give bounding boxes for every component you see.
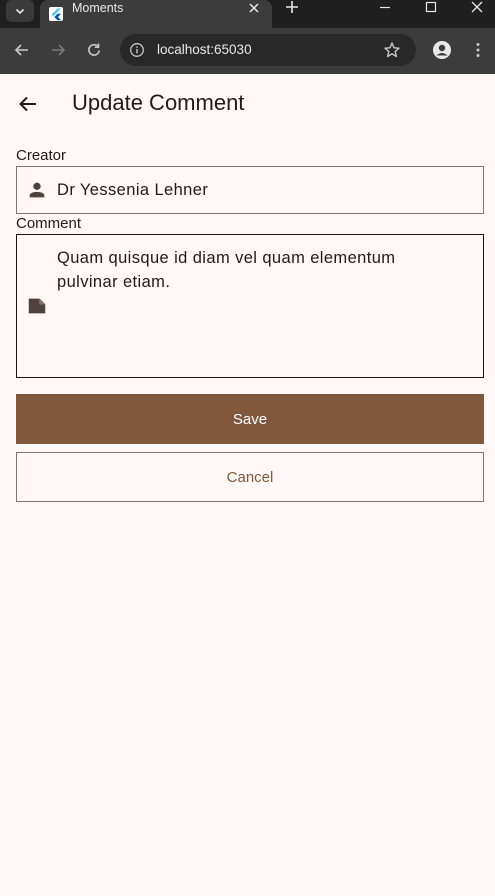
creator-field[interactable]: Dr Yessenia Lehner [16,166,484,214]
close-tab-icon[interactable] [246,1,262,17]
tab-title: Moments [72,1,124,15]
address-url[interactable]: localhost:65030 [157,34,252,66]
note-icon [28,298,46,314]
minimize-icon[interactable] [377,0,393,16]
comment-label: Comment [16,215,82,232]
back-arrow-icon[interactable] [16,92,40,116]
creator-value: Dr Yessenia Lehner [57,181,209,199]
tab-search-button[interactable] [6,0,34,22]
flutter-logo-icon [49,7,63,21]
chevron-down-icon [15,8,25,15]
site-info-icon[interactable] [129,42,145,58]
person-icon [29,182,45,198]
reload-icon[interactable] [85,41,103,59]
maximize-icon[interactable] [423,0,439,16]
address-bar[interactable]: localhost:65030 [120,34,416,66]
save-button[interactable]: Save [16,394,484,444]
back-navigation-icon[interactable] [13,41,31,59]
more-menu-icon[interactable] [469,41,487,59]
new-tab-icon[interactable] [283,0,301,16]
bookmark-star-icon[interactable] [383,41,401,59]
creator-label: Creator [16,147,67,164]
browser-toolbar: localhost:65030 [0,28,495,74]
app-surface: Update Comment Creator Dr Yessenia Lehne… [0,74,495,896]
profile-avatar-icon[interactable] [432,40,452,60]
close-window-icon[interactable] [469,0,485,16]
browser-tab-active[interactable]: Moments [40,0,272,28]
comment-field[interactable]: Quam quisque id diam vel quam elementum … [16,234,484,378]
page-title: Update Comment [72,90,245,115]
comment-value[interactable]: Quam quisque id diam vel quam elementum … [57,246,443,294]
cancel-button[interactable]: Cancel [16,452,484,502]
browser-tab-bar: Moments [0,0,495,28]
forward-navigation-icon[interactable] [49,41,67,59]
